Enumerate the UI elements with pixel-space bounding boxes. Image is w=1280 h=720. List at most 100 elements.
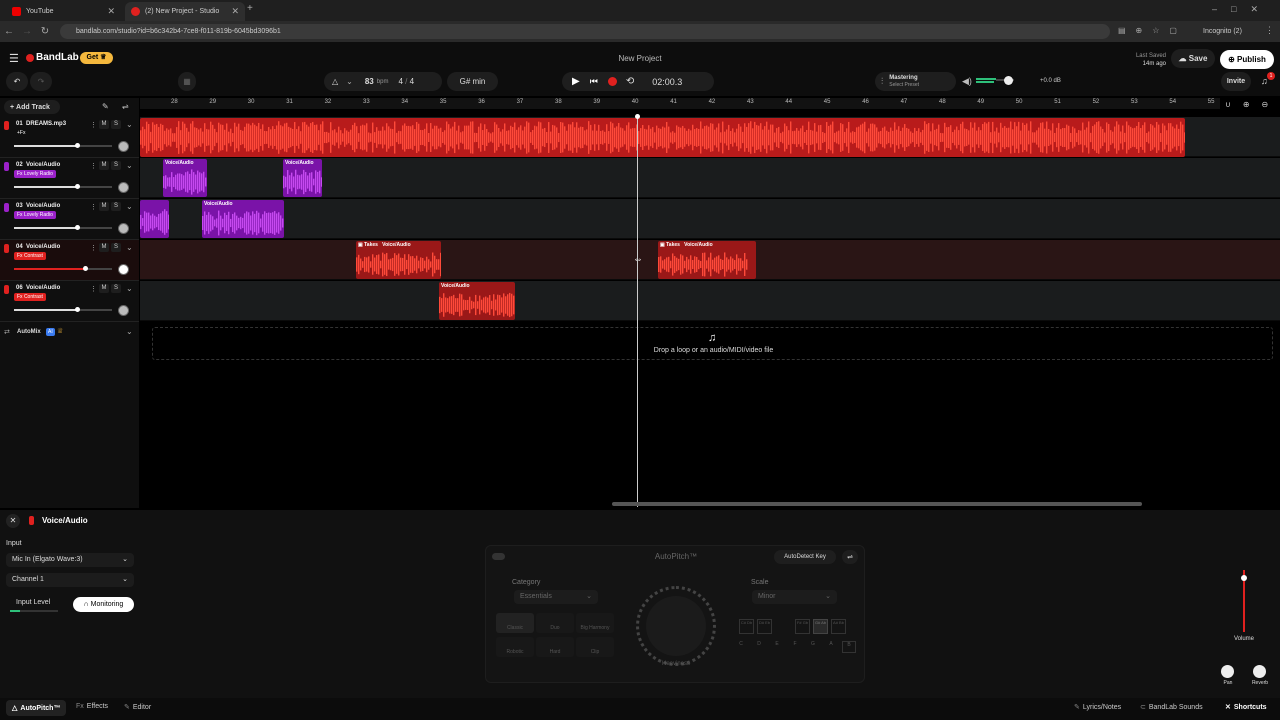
lane-6[interactable]: [140, 281, 1280, 321]
invite-button[interactable]: Invite: [1221, 72, 1251, 91]
effect-big-harmony[interactable]: Big Harmony: [576, 613, 614, 633]
key-dsharp[interactable]: D# Eb: [757, 619, 772, 634]
key-asharp[interactable]: A# Bb: [831, 619, 846, 634]
close-panel-icon[interactable]: ✕: [6, 514, 20, 528]
pan-knob[interactable]: [118, 141, 129, 152]
tab-lyrics-notes[interactable]: ✎ Lyrics/Notes: [1074, 703, 1121, 712]
effect-clip[interactable]: Clip: [576, 637, 614, 657]
reverb-knob[interactable]: [1253, 665, 1266, 678]
mute-button[interactable]: M: [99, 243, 109, 252]
mute-button[interactable]: M: [99, 284, 109, 293]
channel-select[interactable]: Channel 1 ⌄: [6, 573, 134, 587]
metronome-icon[interactable]: △: [332, 77, 338, 86]
tab-bandlab-sounds[interactable]: ⊂ BandLab Sounds: [1140, 703, 1203, 712]
tab-youtube[interactable]: YouTube ✕: [6, 2, 121, 21]
volume-fader-handle[interactable]: [1241, 575, 1247, 581]
skip-back-icon[interactable]: ⏮: [590, 76, 598, 87]
tab-effects[interactable]: Fx Effects: [76, 703, 108, 710]
key-d[interactable]: D: [752, 641, 766, 653]
key-selector[interactable]: G# min: [447, 72, 498, 91]
forward-icon[interactable]: →: [18, 26, 36, 37]
track-header-6[interactable]: 06 Voice/Audio Fx Contrast ⋮ M S ⌄: [0, 281, 139, 322]
grid-icon[interactable]: ▦: [178, 72, 196, 91]
settings-sliders-icon[interactable]: ⇌: [842, 550, 858, 564]
drop-zone[interactable]: ♫ Drop a loop or an audio/MIDI/video fil…: [152, 327, 1273, 360]
reload-icon[interactable]: ↻: [36, 26, 54, 37]
pan-knob[interactable]: [118, 305, 129, 316]
tab-autopitch[interactable]: △ AutoPitch™: [6, 700, 67, 716]
pencil-icon[interactable]: ✎: [102, 102, 109, 111]
mute-button[interactable]: M: [99, 161, 109, 170]
playhead[interactable]: [637, 117, 638, 507]
key-gsharp[interactable]: G# Ab: [813, 619, 828, 634]
publish-button[interactable]: ⊕ Publish: [1220, 50, 1274, 69]
close-icon[interactable]: ✕: [107, 6, 115, 17]
key-e[interactable]: E: [770, 641, 784, 653]
tab-shortcuts[interactable]: ✕ Shortcuts: [1225, 703, 1267, 712]
effect-duo[interactable]: Duo: [536, 613, 574, 633]
mute-button[interactable]: M: [99, 202, 109, 211]
fx-button[interactable]: Fx Lovely Radio: [14, 211, 56, 219]
add-track-button[interactable]: + Add Track: [4, 100, 60, 114]
address-input[interactable]: bandlab.com/studio?id=b6c342b4-7ce8-f011…: [60, 24, 1110, 39]
audio-clip[interactable]: Voice/Audio: [163, 159, 207, 197]
key-g[interactable]: G: [806, 641, 820, 653]
track-volume-slider[interactable]: [14, 225, 112, 230]
solo-button[interactable]: S: [111, 161, 121, 170]
track-volume-slider[interactable]: [14, 184, 112, 189]
automix-row[interactable]: ⇄ AutoMix AI ♕ ⌄: [0, 325, 139, 341]
track-header-4[interactable]: 04 Voice/Audio Fx Contrast ⋮ M S ⌄: [0, 240, 139, 281]
time-signature[interactable]: 4 / 4: [398, 77, 414, 86]
master-volume-slider[interactable]: [976, 76, 1014, 86]
back-icon[interactable]: ←: [0, 26, 18, 37]
monitoring-button[interactable]: ∩ Monitoring: [73, 597, 134, 612]
solo-button[interactable]: S: [111, 243, 121, 252]
tab-editor[interactable]: ✎ Editor: [124, 703, 151, 712]
record-icon[interactable]: [607, 77, 617, 86]
track-header-1[interactable]: 01 DREAMS.mp3 +Fx ⋮ M S ⌄: [0, 117, 139, 158]
track-menu-icon[interactable]: ⋮: [90, 203, 97, 211]
category-select[interactable]: Essentials ⌄: [514, 590, 598, 604]
track-menu-icon[interactable]: ⋮: [90, 244, 97, 252]
takes-clip[interactable]: ▣ Takes Voice/Audio: [356, 241, 441, 279]
horizontal-scrollbar[interactable]: [612, 502, 1142, 506]
chevron-down-icon[interactable]: ⌄: [126, 202, 133, 211]
audio-clip[interactable]: Voice/Audio: [202, 200, 284, 238]
chevron-down-icon[interactable]: ⌄: [126, 284, 133, 293]
pan-knob[interactable]: [118, 223, 129, 234]
tab-studio[interactable]: (2) New Project - Studio ✕: [125, 2, 245, 21]
incognito-profile[interactable]: Incognito (2): [1203, 24, 1258, 39]
input-device-select[interactable]: Mic In (Elgato Wave:3) ⌄: [6, 553, 134, 567]
tracks-settings-icon[interactable]: ⇌: [122, 102, 129, 111]
bpm-value[interactable]: 83: [365, 77, 374, 86]
close-icon[interactable]: ✕: [231, 6, 239, 17]
chevron-down-icon[interactable]: ⌄: [126, 327, 133, 336]
solo-button[interactable]: S: [111, 202, 121, 211]
solo-button[interactable]: S: [111, 120, 121, 129]
audio-clip[interactable]: Voice/Audio: [283, 159, 322, 197]
takes-clip[interactable]: ▣ Takes Voice/Audio: [658, 241, 756, 279]
chevron-down-icon[interactable]: ⌄: [126, 243, 133, 252]
track-header-3[interactable]: 03 Voice/Audio Fx Lovely Radio ⋮ M S ⌄: [0, 199, 139, 240]
undo-icon[interactable]: ↶: [6, 72, 28, 91]
track-menu-icon[interactable]: ⋮: [90, 285, 97, 293]
project-title[interactable]: New Project: [0, 54, 1280, 63]
key-b[interactable]: B: [842, 641, 856, 653]
autodetect-key-button[interactable]: AutoDetect Key: [774, 550, 836, 564]
fx-button[interactable]: Fx Contrast: [14, 252, 46, 260]
effect-hard[interactable]: Hard: [536, 637, 574, 657]
track-volume-slider[interactable]: [14, 143, 112, 148]
new-tab-button[interactable]: +: [247, 3, 253, 14]
browser-toolbar-icons[interactable]: ▤⊕☆▢: [1118, 26, 1187, 35]
browser-menu-icon[interactable]: ⋮: [1265, 25, 1274, 36]
timeline-ruler[interactable]: 28 29 30 31 32 33 34 35 36 37 38 39 40 41 42 43 44 45 46 47…: [140, 98, 1220, 109]
key-fsharp[interactable]: F# Gb: [795, 619, 810, 634]
track-menu-icon[interactable]: ⋮: [90, 162, 97, 170]
heaviness-knob[interactable]: [636, 586, 716, 666]
audio-clip[interactable]: Voice/Audio: [439, 282, 515, 320]
chevron-down-icon[interactable]: ⌄: [346, 77, 353, 86]
arrangement-lanes[interactable]: Voice/Audio Voice/Audio Voice/Audio ▣ Ta…: [140, 117, 1280, 322]
chevron-down-icon[interactable]: ⌄: [126, 161, 133, 170]
play-icon[interactable]: ▶: [572, 76, 580, 87]
speaker-icon[interactable]: ◀): [962, 76, 972, 87]
